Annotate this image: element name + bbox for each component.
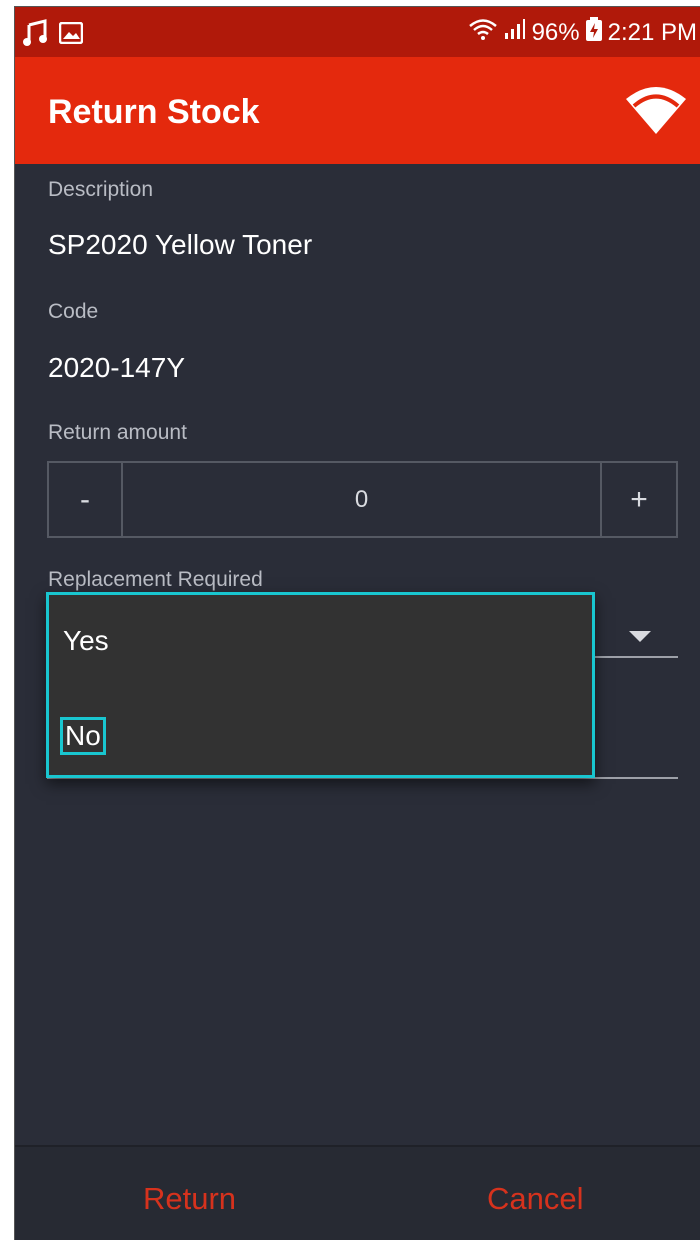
quantity-input[interactable]: 0 bbox=[123, 463, 600, 536]
app-bar: Return Stock bbox=[15, 57, 700, 164]
code-label: Code bbox=[48, 300, 99, 323]
notification-icons bbox=[23, 19, 84, 52]
clock: 2:21 PM bbox=[607, 18, 697, 46]
return-button[interactable]: Return bbox=[143, 1181, 236, 1217]
battery-charging-icon bbox=[585, 17, 602, 48]
music-notification-icon bbox=[23, 19, 49, 52]
code-value: 2020-147Y bbox=[48, 352, 186, 383]
cancel-button[interactable]: Cancel bbox=[487, 1181, 584, 1217]
description-label: Description bbox=[48, 178, 154, 201]
cell-signal-icon bbox=[504, 18, 526, 47]
decrement-button[interactable]: - bbox=[49, 463, 123, 536]
increment-button[interactable]: + bbox=[600, 463, 676, 536]
replacement-required-label: Replacement Required bbox=[48, 568, 263, 591]
replacement-dropdown-menu: Yes No bbox=[46, 592, 595, 778]
wifi-signal-icon bbox=[468, 17, 498, 48]
quantity-stepper: - 0 + bbox=[47, 461, 678, 538]
app-screen: 96% 2:21 PM Return Stock Description SP2… bbox=[14, 6, 700, 1240]
return-amount-label: Return amount bbox=[48, 421, 187, 444]
wifi-icon[interactable] bbox=[625, 85, 687, 140]
dropdown-option-no[interactable]: No bbox=[60, 717, 106, 755]
action-bar: Return Cancel bbox=[15, 1145, 700, 1240]
dropdown-option-yes[interactable]: Yes bbox=[63, 625, 109, 657]
description-value: SP2020 Yellow Toner bbox=[48, 229, 313, 260]
system-status: 96% 2:21 PM bbox=[468, 17, 697, 48]
battery-percent: 96% bbox=[531, 18, 580, 46]
page-title: Return Stock bbox=[48, 93, 260, 131]
status-bar: 96% 2:21 PM bbox=[15, 7, 700, 57]
image-notification-icon bbox=[58, 21, 84, 49]
chevron-down-icon[interactable] bbox=[629, 631, 651, 642]
